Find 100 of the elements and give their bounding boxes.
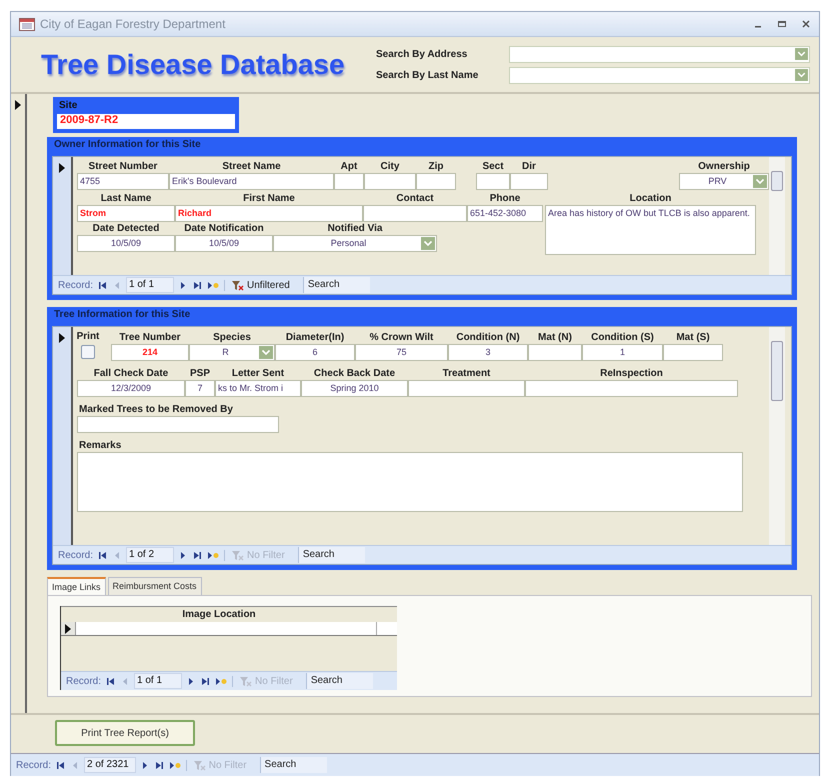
field-label: Contact xyxy=(396,192,434,205)
input-field[interactable] xyxy=(408,380,525,397)
funnel-icon xyxy=(239,676,252,686)
input-field[interactable]: 3 xyxy=(448,344,528,361)
input-field[interactable]: 1 xyxy=(582,344,663,361)
combo-box[interactable]: Personal xyxy=(273,235,437,252)
field-label: Sect xyxy=(482,160,504,173)
last-record-button[interactable] xyxy=(192,280,202,290)
search-field[interactable]: Search xyxy=(298,547,365,563)
field-label: ReInspection xyxy=(600,367,663,380)
section-title: Tree Information for this Site xyxy=(53,309,192,322)
field-label: PSP xyxy=(190,367,210,380)
current-record-icon xyxy=(59,333,65,343)
field-label: Phone xyxy=(490,192,520,205)
field-label: Street Name xyxy=(222,160,281,173)
field-label: Check Back Date xyxy=(314,367,396,380)
input-field[interactable]: 2009-87-R2 xyxy=(57,114,235,129)
search-field[interactable]: Search xyxy=(306,673,373,689)
field-label: Mat (S) xyxy=(676,331,710,344)
input-field[interactable]: ks to Mr. Strom i xyxy=(215,380,301,397)
input-field[interactable]: 10/5/09 xyxy=(175,235,273,252)
record-label: Record: xyxy=(66,676,102,686)
input-field[interactable]: 6 xyxy=(275,344,355,361)
print-report-button[interactable]: Print Tree Report(s) xyxy=(55,720,195,746)
field-label: Tree Number xyxy=(119,331,181,344)
next-record-button[interactable] xyxy=(179,550,188,560)
record-number-field[interactable]: 1 of 1 xyxy=(126,277,174,293)
input-field[interactable] xyxy=(528,344,582,361)
search-field[interactable]: Search xyxy=(260,757,327,773)
new-record-button[interactable] xyxy=(207,550,220,560)
section-title: Owner Information for this Site xyxy=(53,139,202,152)
input-field[interactable]: Erik's Boulevard xyxy=(169,173,334,190)
record-number-field[interactable]: 1 of 1 xyxy=(134,673,182,689)
input-field[interactable]: Spring 2010 xyxy=(301,380,408,397)
input-field[interactable]: 4755 xyxy=(77,173,169,190)
next-record-button[interactable] xyxy=(179,280,188,290)
field-label: Species xyxy=(213,331,251,344)
input-field[interactable] xyxy=(663,344,723,361)
tab[interactable]: Image Links xyxy=(47,577,106,595)
record-label: Record: xyxy=(16,760,52,770)
first-record-button[interactable] xyxy=(98,550,108,560)
new-record-button[interactable] xyxy=(168,760,181,770)
scrollbar[interactable] xyxy=(769,157,785,275)
record-selector[interactable] xyxy=(61,622,76,635)
last-record-button[interactable] xyxy=(154,760,164,770)
input-field[interactable]: 214 xyxy=(111,344,189,361)
maximize-button[interactable] xyxy=(777,19,787,29)
input-field[interactable]: Richard xyxy=(175,205,363,222)
new-record-button[interactable] xyxy=(207,280,220,290)
memo-field[interactable]: Area has history of OW but TLCB is also apparent. xyxy=(545,205,756,255)
field-label: Street Number xyxy=(88,160,158,173)
record-number-field[interactable]: 2 of 2321 xyxy=(84,757,136,773)
input-field[interactable] xyxy=(525,380,738,397)
input-field[interactable] xyxy=(77,416,279,433)
first-record-button[interactable] xyxy=(106,676,116,686)
field-label: Notified Via xyxy=(328,222,382,235)
first-record-button[interactable] xyxy=(98,280,108,290)
input-field[interactable]: 75 xyxy=(355,344,448,361)
search-label: Search By Address xyxy=(376,48,468,60)
tab[interactable]: Reimbursment Costs xyxy=(108,577,202,595)
field-label: Print xyxy=(76,330,100,343)
input-field[interactable] xyxy=(416,173,456,190)
field-label: Diameter(In) xyxy=(286,331,344,344)
record-number-field[interactable]: 1 of 2 xyxy=(126,547,174,563)
input-field[interactable] xyxy=(510,173,548,190)
form-title: Tree Disease Database xyxy=(41,48,346,80)
field-label: First Name xyxy=(243,192,295,205)
input-field[interactable]: 12/3/2009 xyxy=(77,380,185,397)
input-field[interactable] xyxy=(363,205,467,222)
field-label: Marked Trees to be Removed By xyxy=(78,403,233,416)
input-field[interactable]: 7 xyxy=(185,380,215,397)
input-field[interactable] xyxy=(364,173,416,190)
close-button[interactable] xyxy=(801,19,811,29)
input-field[interactable]: Strom xyxy=(77,205,175,222)
combo-box[interactable]: PRV xyxy=(679,173,769,190)
input-field[interactable] xyxy=(334,173,364,190)
search-label: Search By Last Name xyxy=(376,70,480,80)
last-record-button[interactable] xyxy=(200,676,210,686)
first-record-button[interactable] xyxy=(56,760,66,770)
memo-field[interactable] xyxy=(77,452,743,512)
checkbox[interactable] xyxy=(81,345,95,359)
field-label: Location xyxy=(630,192,672,205)
field-label: Letter Sent xyxy=(232,367,284,380)
input-field[interactable]: 10/5/09 xyxy=(77,235,175,252)
last-record-button[interactable] xyxy=(192,550,202,560)
field-label: Apt xyxy=(340,160,358,173)
new-record-button[interactable] xyxy=(215,676,228,686)
input-field[interactable]: 651-452-3080 xyxy=(467,205,543,222)
field-label: City xyxy=(380,160,400,173)
next-record-button[interactable] xyxy=(187,676,196,686)
next-record-button[interactable] xyxy=(140,760,149,770)
filter-button[interactable]: Unfiltered xyxy=(224,280,298,290)
record-label: Record: xyxy=(58,550,94,560)
funnel-icon xyxy=(231,550,244,560)
scrollbar[interactable] xyxy=(769,327,785,545)
combo-box[interactable]: R xyxy=(189,344,275,361)
input-field[interactable] xyxy=(476,173,510,190)
field-label: Dir xyxy=(522,160,536,173)
search-field[interactable]: Search xyxy=(302,277,370,293)
field-label: Remarks xyxy=(78,439,122,452)
